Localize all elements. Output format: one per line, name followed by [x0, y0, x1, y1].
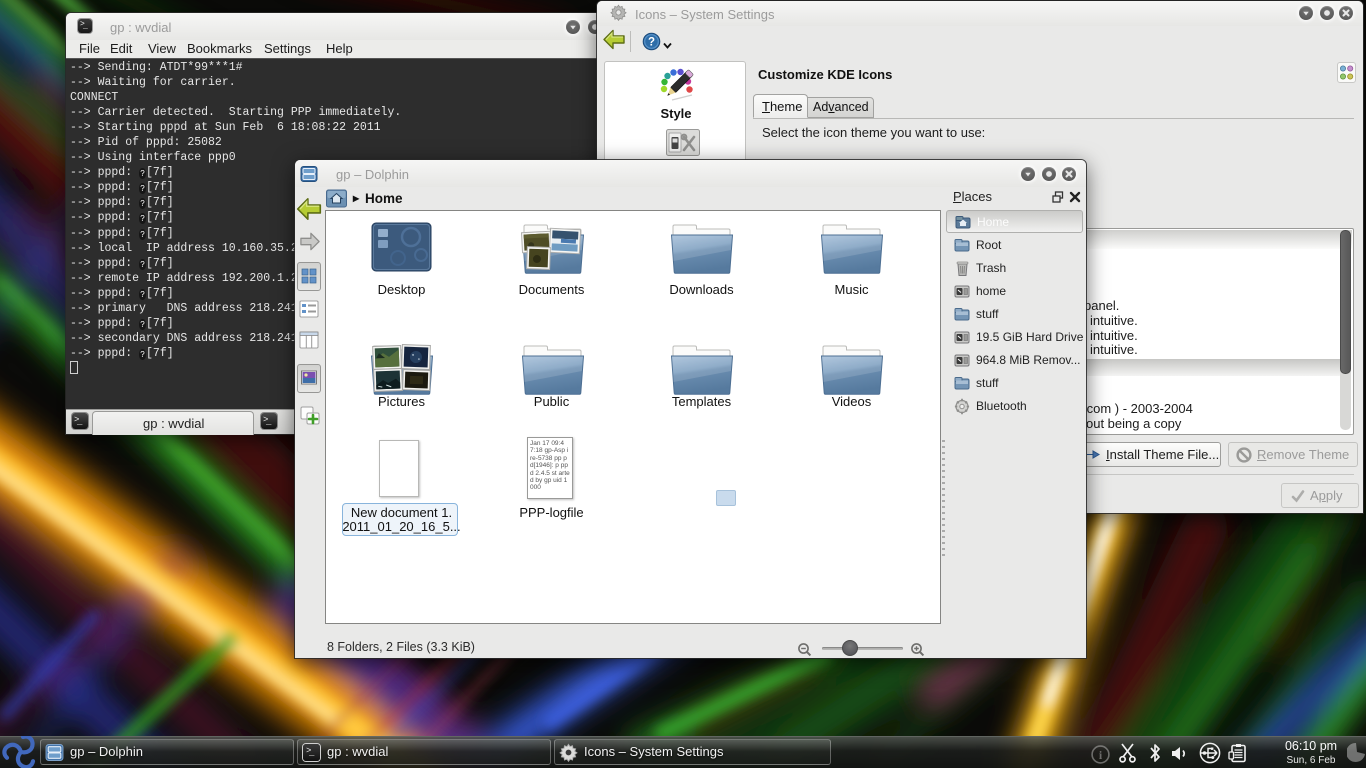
svg-text:i: i	[1099, 748, 1103, 762]
svg-text:?: ?	[648, 37, 655, 49]
